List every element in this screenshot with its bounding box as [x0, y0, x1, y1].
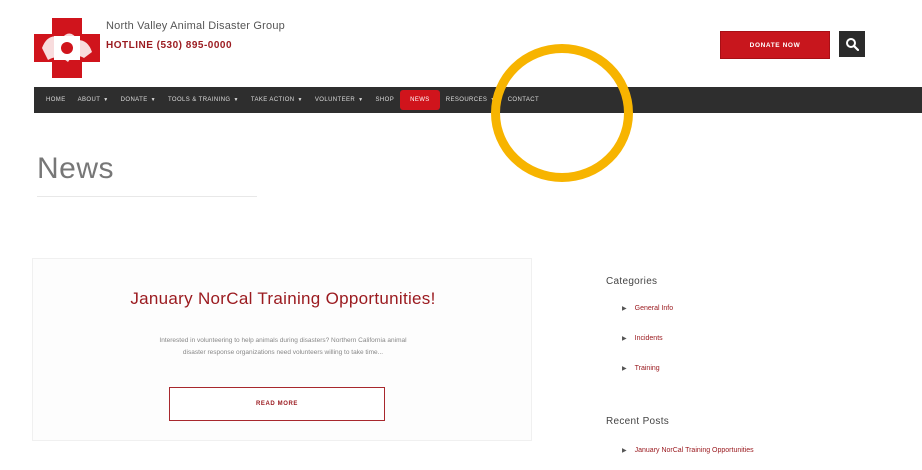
- caret-down-icon: ▼: [103, 97, 109, 103]
- category-label: Incidents: [634, 335, 663, 342]
- recent-post-label: January NorCal Training Opportunities: [634, 447, 754, 454]
- category-link-training[interactable]: ▶ Training: [622, 365, 660, 372]
- main-navigation: HOME ABOUT ▼ DONATE ▼ TOOLS & TRAINING ▼ TA…: [34, 87, 922, 113]
- nav-item-label: DONATE: [120, 97, 148, 103]
- nav-item-label: HOME: [46, 97, 66, 103]
- nav-item-donate[interactable]: DONATE ▼: [115, 87, 162, 113]
- post-card: January NorCal Training Opportunities! I…: [32, 258, 532, 441]
- categories-heading: Categories: [606, 276, 658, 287]
- recent-post-link[interactable]: ▶ January NorCal Training Opportunities: [622, 447, 754, 454]
- title-divider: [37, 196, 257, 197]
- category-label: Training: [634, 365, 660, 372]
- donate-button[interactable]: DONATE NOW: [720, 31, 830, 59]
- nav-item-label: VOLUNTEER: [314, 97, 356, 103]
- category-label: General Info: [634, 305, 674, 312]
- caret-down-icon: ▼: [233, 97, 239, 103]
- org-name: North Valley Animal Disaster Group: [106, 20, 285, 32]
- bullet-icon: ▶: [622, 306, 627, 312]
- org-logo[interactable]: [34, 18, 100, 78]
- nav-item-volunteer[interactable]: VOLUNTEER ▼: [309, 87, 370, 113]
- read-more-button[interactable]: READ MORE: [169, 387, 385, 421]
- nav-item-news[interactable]: NEWS: [400, 90, 440, 110]
- caret-down-icon: ▼: [297, 97, 303, 103]
- bullet-icon: ▶: [622, 366, 627, 372]
- category-link-general-info[interactable]: ▶ General Info: [622, 305, 673, 312]
- post-excerpt-line: Interested in volunteering to help anima…: [159, 337, 407, 344]
- search-icon: [846, 38, 859, 51]
- nav-item-label: SHOP: [375, 97, 395, 103]
- nav-item-label: NEWS: [410, 97, 430, 103]
- search-button[interactable]: [839, 31, 865, 57]
- recent-posts-heading: Recent Posts: [606, 416, 670, 427]
- post-excerpt-line: disaster response organizations need vol…: [182, 349, 384, 356]
- highlight-circle: [491, 44, 633, 182]
- nav-item-label: TAKE ACTION: [250, 97, 295, 103]
- nav-item-shop[interactable]: SHOP: [370, 87, 401, 113]
- nav-item-about[interactable]: ABOUT ▼: [72, 87, 115, 113]
- page-title: News: [37, 152, 115, 185]
- nav-item-label: RESOURCES: [445, 97, 488, 103]
- bullet-icon: ▶: [622, 336, 627, 342]
- site-header: North Valley Animal Disaster Group HOTLI…: [0, 0, 922, 86]
- caret-down-icon: ▼: [150, 97, 156, 103]
- nav-item-tools-training[interactable]: TOOLS & TRAINING ▼: [162, 87, 245, 113]
- post-excerpt: Interested in volunteering to help anima…: [65, 335, 501, 359]
- nav-item-label: TOOLS & TRAINING: [167, 97, 231, 103]
- hotline-number[interactable]: HOTLINE (530) 895-0000: [106, 40, 232, 51]
- category-link-incidents[interactable]: ▶ Incidents: [622, 335, 663, 342]
- bullet-icon: ▶: [622, 448, 627, 454]
- post-title[interactable]: January NorCal Training Opportunities!: [33, 289, 533, 309]
- nav-item-take-action[interactable]: TAKE ACTION ▼: [245, 87, 309, 113]
- nav-item-home[interactable]: HOME: [40, 87, 72, 113]
- caret-down-icon: ▼: [358, 97, 364, 103]
- nav-item-label: ABOUT: [77, 97, 101, 103]
